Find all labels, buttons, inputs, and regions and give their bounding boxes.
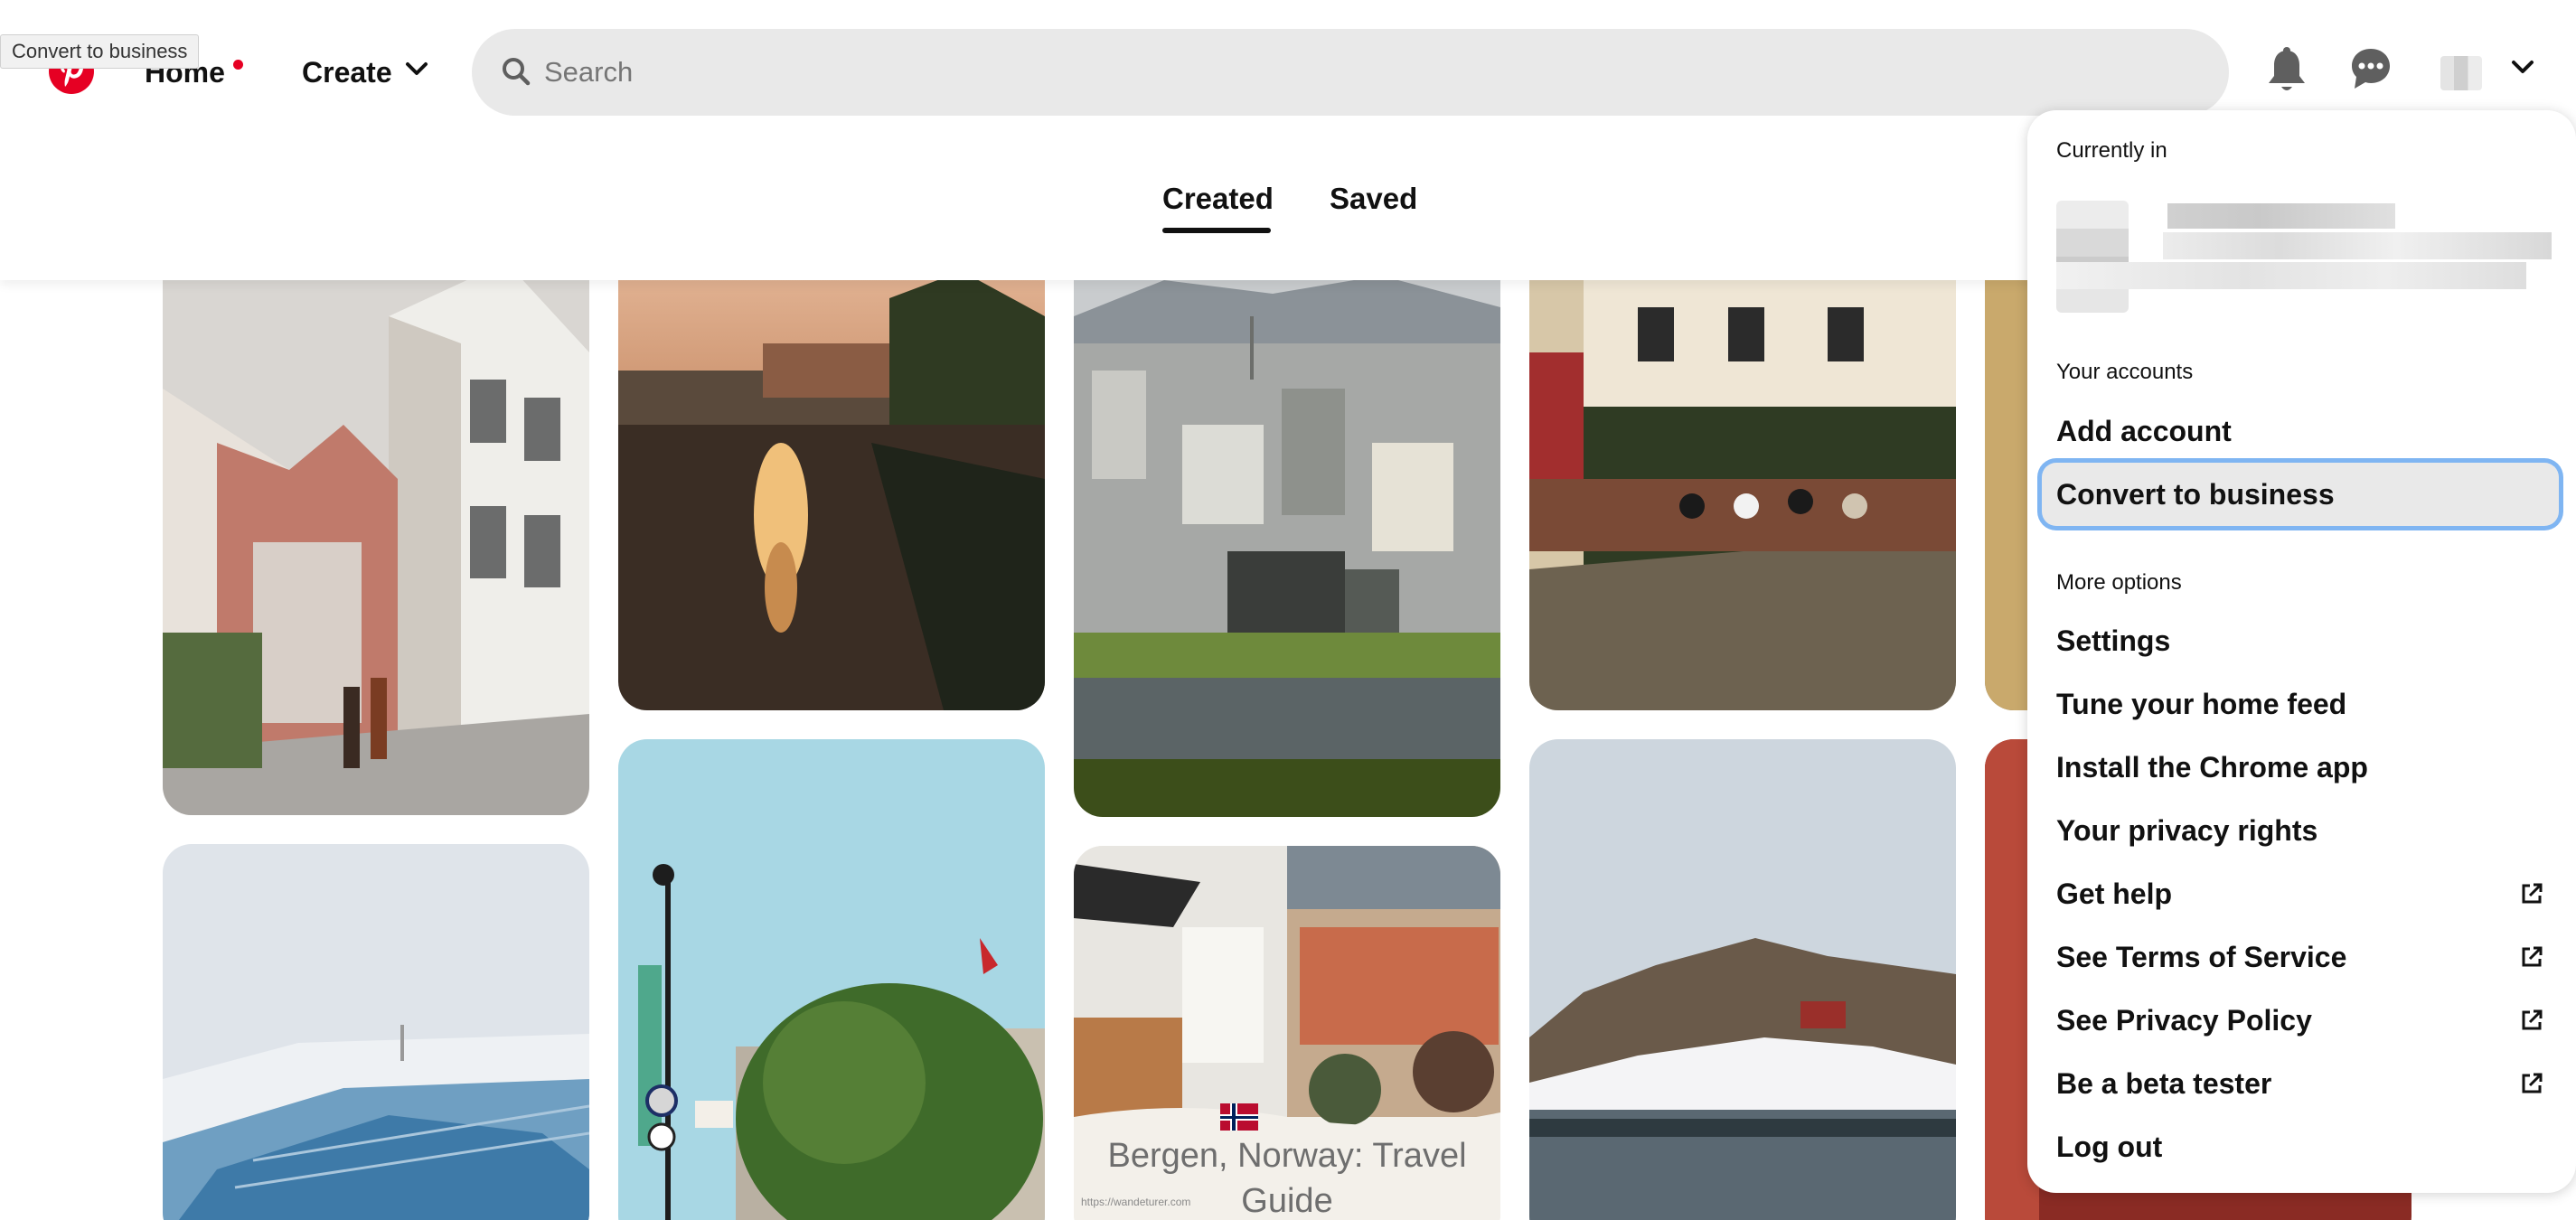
menu-item-label: Tune your home feed xyxy=(2056,688,2347,720)
pin-image xyxy=(163,844,589,1220)
menu-section-currently-in: Currently in xyxy=(2056,138,2167,163)
current-account-detail-redacted xyxy=(2056,262,2526,289)
pin-snowy-lake[interactable] xyxy=(1529,739,1956,1220)
avatar[interactable] xyxy=(2440,56,2482,90)
external-link-icon xyxy=(2522,1073,2543,1093)
pin-river-sunset[interactable] xyxy=(618,244,1045,710)
menu-item-label: Get help xyxy=(2056,877,2173,910)
pin-caption: Bergen, Norway: Travel Guide xyxy=(1107,1137,1467,1220)
pin-city-panorama[interactable] xyxy=(1074,244,1500,817)
pin-opera-house[interactable] xyxy=(163,844,589,1220)
tab-selected-indicator xyxy=(1162,228,1271,233)
search-bar[interactable] xyxy=(472,29,2229,116)
external-link-icon xyxy=(2522,883,2543,904)
menu-section-your-accounts: Your accounts xyxy=(2056,360,2194,384)
notification-dot xyxy=(233,60,243,70)
menu-item-label: See Privacy Policy xyxy=(2056,1004,2312,1037)
tooltip: Convert to business xyxy=(0,34,200,69)
account-menu: Currently in Your accounts Add account C… xyxy=(2027,110,2576,1193)
menu-section-more-options: More options xyxy=(2056,570,2182,595)
pin-cafe-corner[interactable] xyxy=(1529,244,1956,710)
menu-item-label: Your privacy rights xyxy=(2056,814,2318,847)
chevron-down-icon[interactable] xyxy=(2511,60,2534,76)
pin-image xyxy=(163,244,589,815)
current-account-avatar xyxy=(2056,201,2129,313)
menu-item-get-help[interactable]: Get help xyxy=(2042,862,2559,925)
tab-created[interactable]: Created xyxy=(1162,181,1274,217)
menu-item-label: Log out xyxy=(2056,1131,2163,1163)
current-account-name-redacted xyxy=(2167,203,2395,229)
search-input[interactable] xyxy=(544,29,2189,116)
menu-item-settings[interactable]: Settings xyxy=(2042,609,2559,672)
menu-item-beta-tester[interactable]: Be a beta tester xyxy=(2042,1052,2559,1115)
chat-icon[interactable] xyxy=(2350,47,2392,92)
pin-image xyxy=(618,244,1045,710)
external-link-icon xyxy=(2522,946,2543,967)
convert-to-business-item[interactable]: Convert to business xyxy=(2042,463,2559,526)
chevron-down-icon[interactable] xyxy=(405,61,428,78)
nav-create[interactable]: Create xyxy=(302,52,392,92)
menu-item-privacy-rights[interactable]: Your privacy rights xyxy=(2042,799,2559,862)
tab-saved[interactable]: Saved xyxy=(1330,181,1417,217)
menu-item-label: Settings xyxy=(2056,624,2171,657)
pin-street-trees[interactable] xyxy=(618,739,1045,1220)
external-link-icon xyxy=(2522,1009,2543,1030)
pin-image xyxy=(618,739,1045,1220)
menu-item-terms-of-service[interactable]: See Terms of Service xyxy=(2042,925,2559,989)
search-icon xyxy=(503,58,531,86)
menu-item-install-chrome-app[interactable]: Install the Chrome app xyxy=(2042,736,2559,799)
menu-item-label: Install the Chrome app xyxy=(2056,751,2368,784)
pin-street-houses[interactable] xyxy=(163,244,589,815)
pin-image xyxy=(1529,739,1956,1220)
pin-bergen-travel-guide[interactable]: https://wandeturer.com Bergen, Norway: T… xyxy=(1074,846,1500,1220)
bell-icon[interactable] xyxy=(2267,47,2307,96)
menu-item-label: See Terms of Service xyxy=(2056,941,2347,973)
menu-item-label: Be a beta tester xyxy=(2056,1067,2272,1100)
add-account-item[interactable]: Add account xyxy=(2042,399,2559,463)
menu-item-tune-home-feed[interactable]: Tune your home feed xyxy=(2042,672,2559,736)
current-account-detail-redacted xyxy=(2163,232,2552,259)
menu-item-log-out[interactable]: Log out xyxy=(2042,1115,2559,1178)
pin-image xyxy=(1074,244,1500,817)
pin-image xyxy=(1529,244,1956,710)
menu-item-privacy-policy[interactable]: See Privacy Policy xyxy=(2042,989,2559,1052)
